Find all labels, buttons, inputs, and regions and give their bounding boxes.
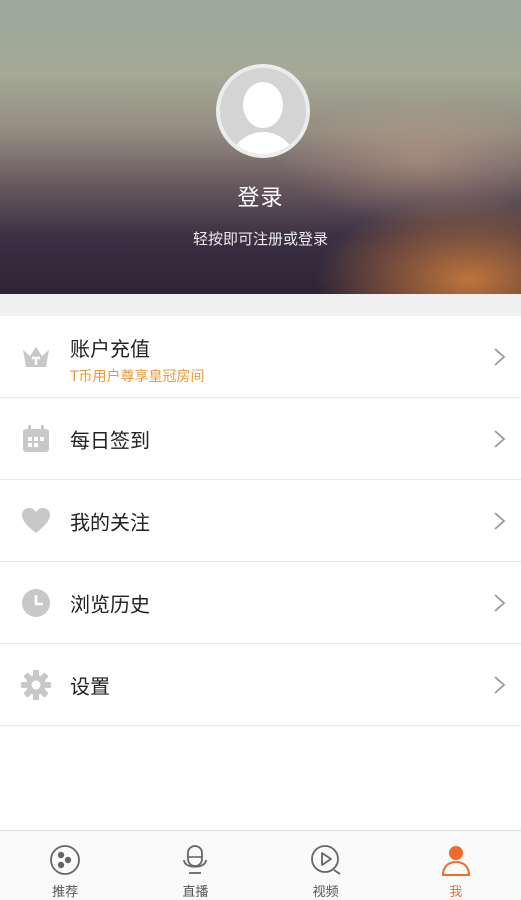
login-title[interactable]: 登录 — [0, 180, 521, 212]
calendar-icon — [23, 424, 49, 452]
tab-recommend[interactable]: 推荐 — [0, 831, 130, 900]
tab-me[interactable]: 我 — [391, 831, 521, 900]
menu-item-follow[interactable]: 我的关注 — [0, 480, 521, 562]
avatar-body — [229, 132, 297, 154]
tab-label: 直播 — [182, 885, 209, 900]
tab-label: 我 — [449, 885, 463, 900]
menu-label: 设置 — [70, 674, 110, 698]
menu-item-history[interactable]: 浏览历史 — [0, 562, 521, 644]
menu-item-settings[interactable]: 设置 — [0, 644, 521, 726]
gear-icon — [21, 669, 51, 700]
menu-sublabel: T币用户尊享皇冠房间 — [70, 369, 205, 385]
video-play-icon — [310, 845, 341, 875]
avatar[interactable] — [216, 64, 310, 158]
recommend-icon — [50, 845, 81, 875]
tab-video[interactable]: 视频 — [261, 831, 391, 900]
profile-icon — [441, 846, 470, 876]
menu-label: 账户充值 — [70, 337, 150, 361]
section-divider — [0, 294, 521, 316]
avatar-head — [243, 82, 283, 128]
menu-label: 我的关注 — [70, 510, 150, 534]
chevron-right-icon — [494, 675, 506, 694]
chevron-right-icon — [494, 593, 506, 612]
login-subtitle: 轻按即可注册或登录 — [192, 230, 328, 248]
menu-label: 浏览历史 — [70, 592, 150, 616]
chevron-right-icon — [494, 511, 506, 530]
menu-label: 每日签到 — [70, 428, 150, 452]
bottom-tab-bar: 推荐 直播 视频 我 — [0, 830, 521, 900]
tab-label: 推荐 — [52, 885, 79, 900]
chevron-right-icon — [494, 429, 506, 448]
tab-live[interactable]: 直播 — [130, 831, 260, 900]
chevron-right-icon — [494, 347, 506, 366]
app-root: 登录 轻按即可注册或登录 账户充值 T币用户尊享皇冠房间 每日签到 我的关注 浏… — [0, 0, 521, 900]
tab-label: 视频 — [312, 885, 339, 900]
crown-icon — [23, 346, 49, 367]
clock-icon — [22, 588, 50, 617]
menu-item-recharge[interactable]: 账户充值 T币用户尊享皇冠房间 — [0, 316, 521, 398]
heart-icon — [22, 507, 50, 533]
menu-list: 账户充值 T币用户尊享皇冠房间 每日签到 我的关注 浏览历史 设置 — [0, 316, 521, 726]
profile-header[interactable]: 登录 轻按即可注册或登录 — [0, 0, 521, 294]
microphone-icon — [183, 845, 208, 874]
menu-item-checkin[interactable]: 每日签到 — [0, 398, 521, 480]
